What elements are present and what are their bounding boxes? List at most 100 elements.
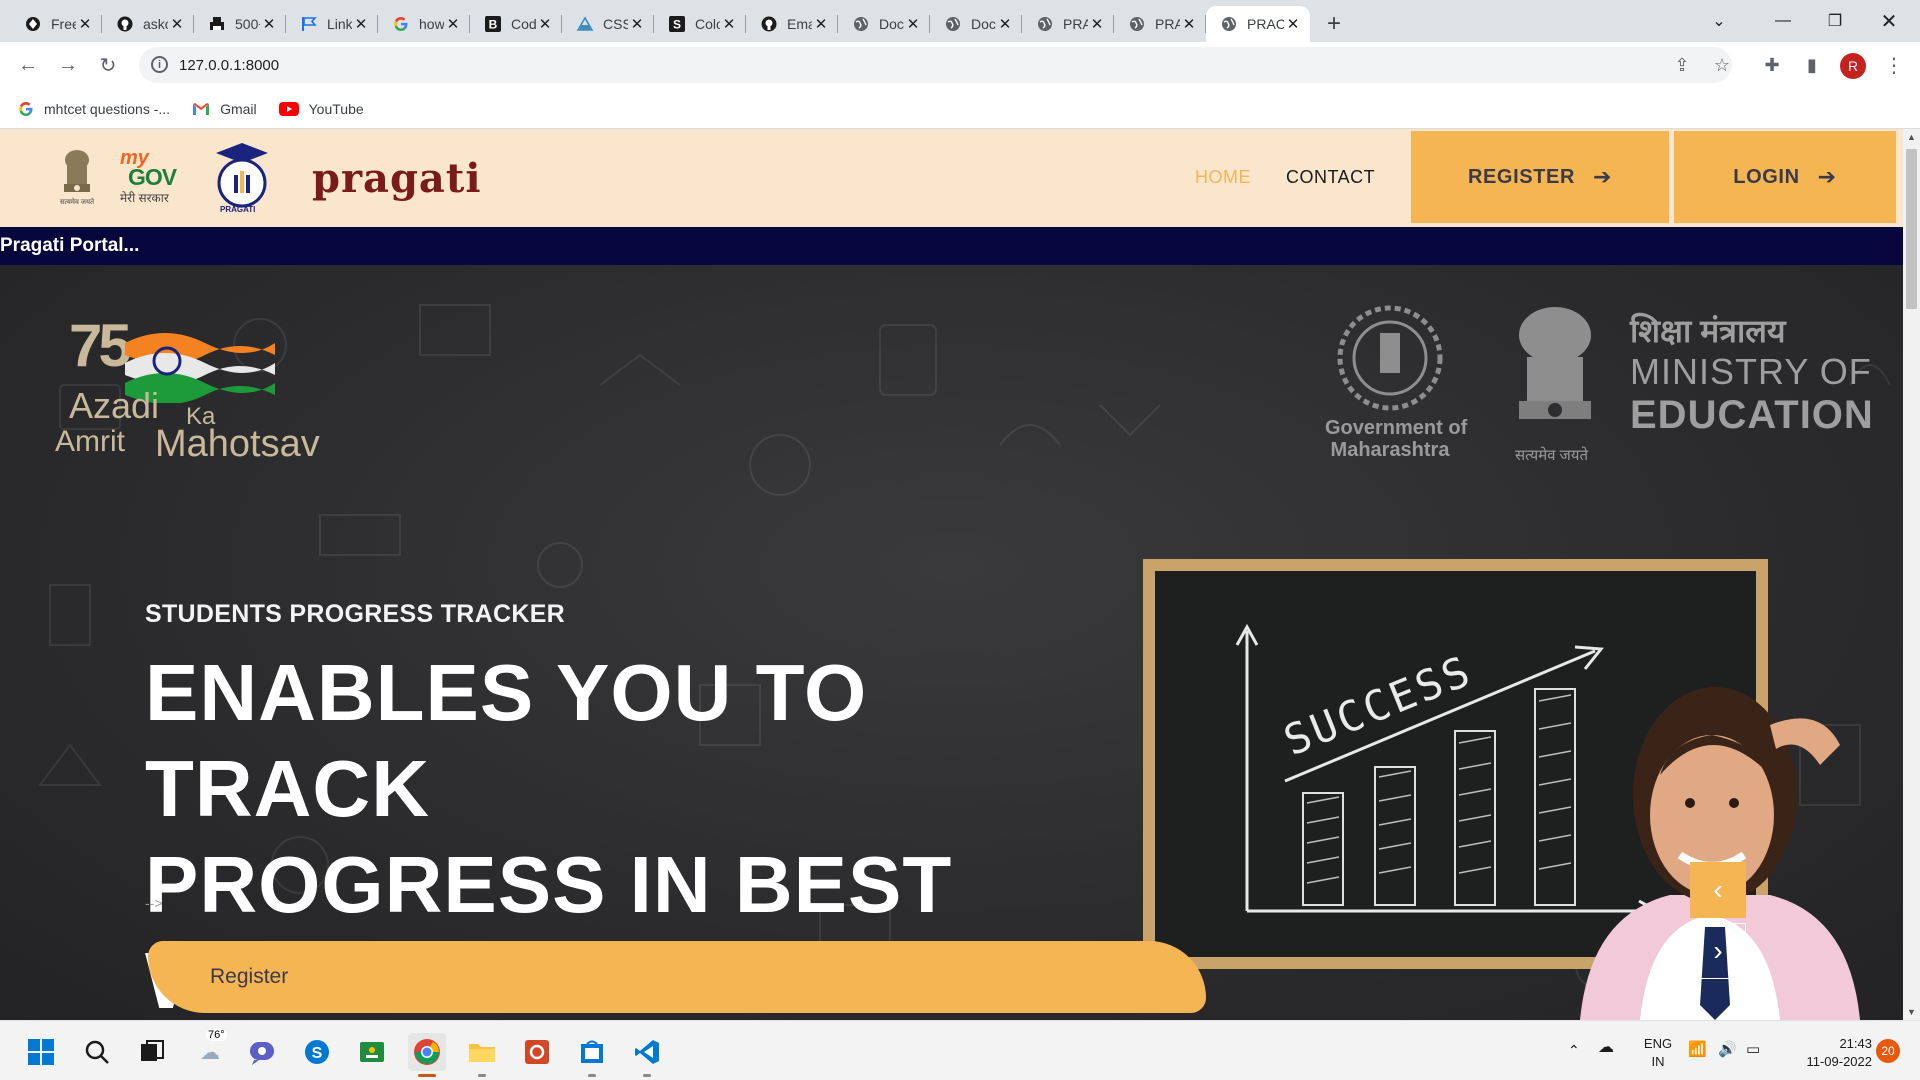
- running-indicator: [418, 1074, 436, 1077]
- tab[interactable]: B Codi✕: [470, 6, 562, 42]
- language-indicator[interactable]: ENG IN: [1638, 1035, 1678, 1071]
- tab[interactable]: Docu✕: [930, 6, 1022, 42]
- hero-register-field[interactable]: Register: [148, 941, 1206, 1013]
- close-tab-icon[interactable]: ✕: [1088, 15, 1106, 33]
- back-button[interactable]: ←: [10, 48, 46, 84]
- register-button[interactable]: REGISTER ➔: [1411, 131, 1669, 223]
- close-window-button[interactable]: ✕: [1866, 0, 1912, 42]
- tab[interactable]: Docu✕: [838, 6, 930, 42]
- bookmark-mhtcet[interactable]: mhtcet questions -...: [18, 101, 170, 117]
- nav-contact-link[interactable]: CONTACT: [1286, 167, 1375, 188]
- stray-markup-text: -->: [145, 895, 163, 911]
- scroll-up-icon[interactable]: ▲: [1903, 129, 1920, 145]
- bookmark-star-icon[interactable]: ☆: [1706, 49, 1738, 81]
- reload-button[interactable]: ↻: [90, 48, 126, 84]
- tab[interactable]: Linke✕: [286, 6, 378, 42]
- close-tab-icon[interactable]: ✕: [168, 15, 186, 33]
- file-explorer-icon[interactable]: [463, 1033, 501, 1077]
- close-tab-icon[interactable]: ✕: [444, 15, 462, 33]
- nav-home-link[interactable]: HOME: [1195, 167, 1251, 188]
- restore-button[interactable]: ❐: [1812, 0, 1858, 42]
- office-app-icon[interactable]: [518, 1033, 556, 1071]
- ms-store-icon[interactable]: [573, 1033, 611, 1077]
- pragati-wordmark: pragati: [312, 154, 482, 202]
- close-tab-icon[interactable]: ✕: [260, 15, 278, 33]
- tab[interactable]: CSS ✕: [562, 6, 654, 42]
- tab-active[interactable]: PRAC ✕: [1206, 6, 1310, 42]
- onedrive-cloud-icon[interactable]: ☁: [1598, 1039, 1614, 1057]
- printer-icon: [208, 15, 226, 33]
- google-icon: [18, 101, 34, 117]
- close-tab-icon[interactable]: ✕: [1180, 15, 1198, 33]
- tab[interactable]: Free ✕: [10, 6, 102, 42]
- side-panel-icon[interactable]: ▮: [1796, 49, 1828, 81]
- chrome-taskbar-icon[interactable]: [408, 1033, 446, 1077]
- tab[interactable]: how ✕: [378, 6, 470, 42]
- tab-search-icon[interactable]: ⌄: [1696, 0, 1742, 42]
- profile-avatar[interactable]: R: [1840, 53, 1866, 79]
- tab-title: PRAC: [1247, 16, 1284, 32]
- close-tab-icon[interactable]: ✕: [904, 15, 922, 33]
- search-icon[interactable]: [78, 1033, 116, 1071]
- scroll-down-icon[interactable]: ▼: [1903, 1004, 1920, 1020]
- tab-title: Colo: [695, 16, 720, 32]
- svg-text:B: B: [489, 18, 498, 32]
- close-tab-icon[interactable]: ✕: [352, 15, 370, 33]
- bootstrap-icon: B: [484, 15, 502, 33]
- battery-icon[interactable]: ▭: [1746, 1041, 1760, 1059]
- notification-badge[interactable]: 20: [1876, 1039, 1900, 1063]
- vscode-icon[interactable]: [628, 1033, 666, 1077]
- close-tab-icon[interactable]: ✕: [536, 15, 554, 33]
- tab[interactable]: PRAC✕: [1022, 6, 1114, 42]
- chevron-right-icon: ›: [1713, 935, 1723, 966]
- freepik-icon: [24, 15, 42, 33]
- bookmarks-bar: mhtcet questions -... Gmail YouTube: [0, 89, 1920, 129]
- login-button[interactable]: LOGIN ➔: [1674, 131, 1896, 223]
- scrollbar-thumb[interactable]: [1906, 149, 1917, 309]
- national-emblem-logo: सत्यमेव जयते: [58, 146, 96, 210]
- clock[interactable]: 21:43 11-09-2022: [1782, 1035, 1872, 1071]
- bookmark-gmail[interactable]: Gmail: [192, 101, 257, 117]
- flag-icon: [300, 15, 318, 33]
- close-tab-icon[interactable]: ✕: [628, 15, 646, 33]
- weather-widget[interactable]: ☁ 76°: [188, 1029, 232, 1071]
- volume-icon[interactable]: 🔊: [1718, 1041, 1737, 1059]
- task-view-icon[interactable]: [133, 1033, 171, 1071]
- minimize-button[interactable]: —: [1760, 0, 1806, 42]
- menu-icon[interactable]: ⋮: [1878, 49, 1910, 81]
- close-tab-icon[interactable]: ✕: [996, 15, 1014, 33]
- github-icon: [116, 15, 134, 33]
- close-tab-icon[interactable]: ✕: [1284, 15, 1302, 33]
- page-scrollbar[interactable]: ▲ ▼: [1903, 129, 1920, 1020]
- windows-start-icon[interactable]: [22, 1033, 60, 1071]
- tab[interactable]: 500+✕: [194, 6, 286, 42]
- address-bar[interactable]: i 127.0.0.1:8000: [139, 47, 1732, 83]
- forward-button[interactable]: →: [50, 48, 86, 84]
- close-tab-icon[interactable]: ✕: [76, 15, 94, 33]
- chevron-up-icon[interactable]: ⌃: [1568, 1041, 1580, 1059]
- hero-kicker: STUDENTS PROGRESS TRACKER: [145, 600, 566, 628]
- skype-icon[interactable]: S: [298, 1033, 336, 1071]
- tab[interactable]: PRAC✕: [1114, 6, 1206, 42]
- site-info-icon[interactable]: i: [151, 56, 168, 73]
- teams-chat-icon[interactable]: [243, 1033, 281, 1071]
- share-icon[interactable]: ⇪: [1666, 49, 1698, 81]
- google-classroom-icon[interactable]: [353, 1033, 391, 1071]
- ministry-of-education-logo: सत्यमेव जयते शिक्षा मंत्रालय MINISTRY OF…: [1505, 301, 1885, 471]
- tab[interactable]: S Colo ✕: [654, 6, 746, 42]
- close-tab-icon[interactable]: ✕: [812, 15, 830, 33]
- browser-toolbar: ← → ↻ i 127.0.0.1:8000 ⇪ ☆ ✚ ▮ R ⋮: [0, 42, 1920, 89]
- carousel-prev-button[interactable]: ‹: [1690, 862, 1746, 918]
- wifi-icon[interactable]: 📶: [1688, 1041, 1707, 1059]
- close-tab-icon[interactable]: ✕: [720, 15, 738, 33]
- bookmark-youtube[interactable]: YouTube: [278, 101, 364, 117]
- tab-title: 500+: [235, 16, 260, 32]
- tab[interactable]: Emai✕: [746, 6, 838, 42]
- tab[interactable]: askor✕: [102, 6, 194, 42]
- carousel-next-button[interactable]: ›: [1690, 923, 1746, 979]
- new-tab-button[interactable]: +: [1316, 6, 1352, 42]
- globe-icon: [1036, 15, 1054, 33]
- page-viewport: सत्यमेव जयते my GOV मेरी सरकार PRAGATI p…: [0, 129, 1920, 1020]
- tab-strip: Free✕askor✕500+✕Linke✕how✕BCodi✕CSS✕SCol…: [0, 0, 1920, 42]
- extensions-icon[interactable]: ✚: [1756, 49, 1788, 81]
